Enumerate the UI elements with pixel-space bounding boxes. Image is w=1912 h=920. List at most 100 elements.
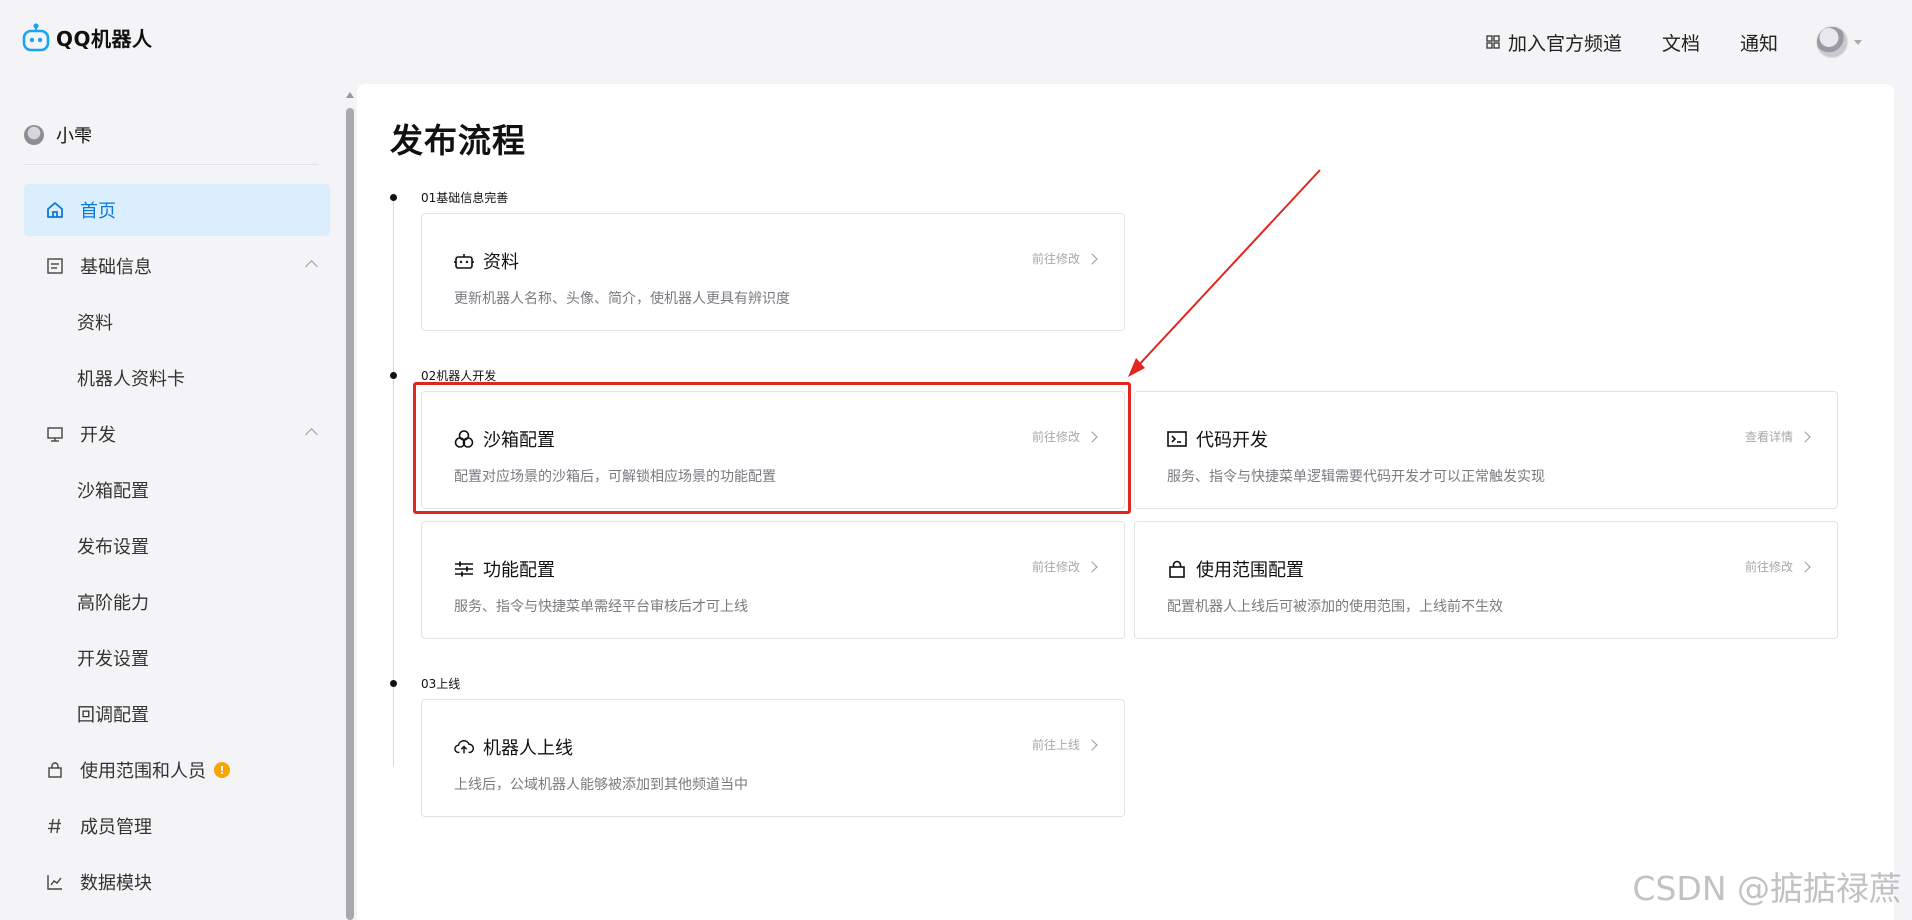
cloud-upload-icon [454,737,474,757]
robot-logo-icon [22,23,50,52]
card-description: 更新机器人名称、头像、简介，使机器人更具有辨识度 [454,291,790,307]
card-action-label: 前往修改 [1031,252,1080,266]
card-description: 服务、指令与快捷菜单逻辑需要代码开发才可以正常触发实现 [1167,469,1545,485]
grid-icon [1486,35,1500,49]
bot-name: 小雫 [56,126,92,147]
card-title: 机器人上线 [483,738,573,759]
sidebar-item-bot-card[interactable]: 机器人资料卡 [24,352,330,404]
sandbox-icon [454,429,474,449]
sidebar-item-label: 使用范围和人员 [80,761,206,782]
card-action-link[interactable]: 前往修改 [1031,558,1098,575]
bag-icon [44,759,66,781]
main-panel: 发布流程 01基础信息完善 02机器人开发 03上线 资料 更新机器人名称、头像… [357,84,1894,920]
card-action-link[interactable]: 前往修改 [1744,558,1811,575]
card-code-dev[interactable]: 代码开发 服务、指令与快捷菜单逻辑需要代码开发才可以正常触发实现 查看详情 [1134,391,1838,509]
top-nav: 加入官方频道 文档 通知 [1486,26,1862,58]
chevron-up-icon [305,260,318,273]
sidebar-item-profile[interactable]: 资料 [24,296,330,348]
card-profile[interactable]: 资料 更新机器人名称、头像、简介，使机器人更具有辨识度 前往修改 [421,213,1125,331]
card-scope-config[interactable]: 使用范围配置 配置机器人上线后可被添加的使用范围，上线前不生效 前往修改 [1134,521,1838,639]
card-action-label: 查看详情 [1744,430,1793,444]
card-action-label: 前往修改 [1744,560,1793,574]
timeline-dot [390,680,397,687]
avatar [1816,26,1848,58]
qq-bot-logo[interactable]: QQ机器人 [22,22,153,52]
chevron-up-icon [305,428,318,441]
sidebar-item-scope-members[interactable]: 使用范围和人员 ! [24,744,330,796]
document-icon [44,255,66,277]
join-channel-label: 加入官方频道 [1507,32,1622,55]
sidebar-menu: 首页 基础信息 资料 机器人资料卡 开发 沙箱配置 发布设置 高阶能力 开发设置… [24,184,330,912]
warning-badge: ! [214,762,230,778]
card-action-link[interactable]: 前往上线 [1031,736,1098,753]
card-title: 代码开发 [1196,430,1268,451]
sidebar-item-members[interactable]: 成员管理 [24,800,330,852]
card-description: 服务、指令与快捷菜单需经平台审核后才可上线 [454,599,748,615]
sidebar-item-home[interactable]: 首页 [24,184,330,236]
sidebar-item-label: 首页 [80,201,116,222]
sidebar-item-sandbox[interactable]: 沙箱配置 [24,464,330,516]
sidebar-item-label: 开发 [80,425,116,446]
sidebar-scrollbar[interactable] [345,86,355,920]
robot-icon [454,251,474,271]
user-menu[interactable] [1816,26,1862,58]
terminal-icon [1167,429,1187,449]
sidebar-item-dev-settings[interactable]: 开发设置 [24,632,330,684]
chevron-right-icon [1086,430,1098,443]
logo-text: QQ机器人 [56,26,153,51]
sidebar-item-publish-settings[interactable]: 发布设置 [24,520,330,572]
chevron-right-icon [1799,430,1811,443]
bot-avatar [24,125,44,145]
sidebar-item-callback[interactable]: 回调配置 [24,688,330,740]
sidebar: 小雫 首页 基础信息 资料 机器人资料卡 开发 沙箱配置 发布设置 高阶能力 开… [0,84,340,920]
card-sandbox[interactable]: 沙箱配置 配置对应场景的沙箱后，可解锁相应场景的功能配置 前往修改 [421,391,1125,509]
sidebar-item-label: 数据模块 [80,873,152,894]
card-action-link[interactable]: 前往修改 [1031,250,1098,267]
monitor-icon [44,423,66,445]
card-feature-config[interactable]: 功能配置 服务、指令与快捷菜单需经平台审核后才可上线 前往修改 [421,521,1125,639]
card-title: 功能配置 [483,560,555,581]
timeline-dot [390,194,397,201]
lock-bag-icon [1167,559,1187,579]
card-bot-online[interactable]: 机器人上线 上线后，公域机器人能够被添加到其他频道当中 前往上线 [421,699,1125,817]
card-description: 配置机器人上线后可被添加的使用范围，上线前不生效 [1167,599,1503,615]
top-header: QQ机器人 加入官方频道 文档 通知 [0,0,1912,84]
sliders-icon [454,559,474,579]
card-action-label: 前往修改 [1031,560,1080,574]
docs-link[interactable]: 文档 [1662,29,1700,56]
chevron-right-icon [1086,560,1098,573]
chevron-right-icon [1086,252,1098,265]
watermark: CSDN @掂掂禄蔗 [1632,869,1902,908]
timeline-dot [390,372,397,379]
sidebar-item-label: 成员管理 [80,817,152,838]
card-action-label: 前往修改 [1031,430,1080,444]
card-action-label: 前往上线 [1031,738,1080,752]
sidebar-item-data[interactable]: 数据模块 [24,856,330,908]
card-title: 沙箱配置 [483,430,555,451]
scroll-thumb[interactable] [346,108,354,920]
step-label: 01基础信息完善 [421,191,509,205]
card-title: 使用范围配置 [1196,560,1304,581]
card-action-link[interactable]: 查看详情 [1744,428,1811,445]
sidebar-item-advanced[interactable]: 高阶能力 [24,576,330,628]
chart-icon [44,871,66,893]
card-action-link[interactable]: 前往修改 [1031,428,1098,445]
card-description: 上线后，公域机器人能够被添加到其他频道当中 [454,777,748,793]
home-icon [44,199,66,221]
sidebar-item-basic-info[interactable]: 基础信息 [24,240,330,292]
bot-identity: 小雫 [24,122,318,165]
card-title: 资料 [483,252,519,273]
hash-icon [44,815,66,837]
step-label: 02机器人开发 [421,369,497,383]
card-description: 配置对应场景的沙箱后，可解锁相应场景的功能配置 [454,469,776,485]
join-channel-link[interactable]: 加入官方频道 [1486,29,1622,56]
chevron-right-icon [1799,560,1811,573]
step-label: 03上线 [421,677,461,691]
chevron-right-icon [1086,738,1098,751]
notice-link[interactable]: 通知 [1740,29,1778,56]
caret-down-icon [1854,39,1862,45]
scroll-up-arrow-icon[interactable] [346,92,354,98]
page-title: 发布流程 [390,121,526,160]
sidebar-item-label: 基础信息 [80,257,152,278]
sidebar-item-develop[interactable]: 开发 [24,408,330,460]
